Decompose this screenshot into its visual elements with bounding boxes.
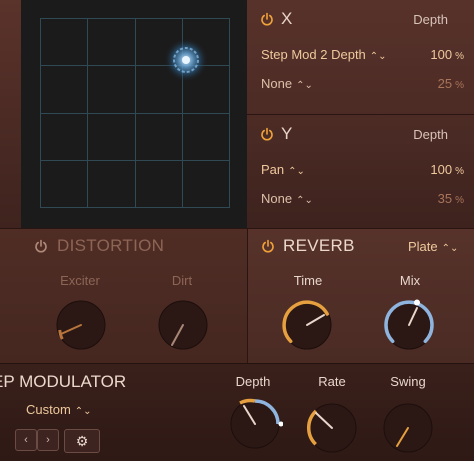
settings-button[interactable]: ⚙ <box>64 429 100 453</box>
x-source-1-label: Step Mod 2 Depth <box>261 47 366 62</box>
xy-position-puck[interactable] <box>162 36 210 84</box>
distortion-power-icon[interactable] <box>34 239 48 253</box>
y-depth-header: Depth <box>413 127 448 142</box>
rate-knob[interactable] <box>304 400 360 456</box>
rate-label: Rate <box>318 374 346 389</box>
left-panel-edge <box>0 0 22 228</box>
x-depth-2-unit: % <box>455 80 464 91</box>
preset-label: Custom <box>26 402 71 417</box>
reverb-type-select[interactable]: Plate ⌃⌄ <box>408 239 458 254</box>
x-depth-1-number: 100 <box>430 47 453 62</box>
exciter-knob[interactable] <box>53 297 109 353</box>
y-source-2-label: None <box>261 191 293 206</box>
reverb-power-icon[interactable] <box>261 239 275 253</box>
mix-label: Mix <box>399 273 421 288</box>
y-depth-1-value[interactable]: 100% <box>430 162 464 177</box>
swing-knob[interactable] <box>380 400 436 456</box>
x-depth-1-value[interactable]: 100% <box>430 47 464 62</box>
reverb-title: REVERB <box>283 236 355 255</box>
y-source-1-label: Pan <box>261 162 285 177</box>
updown-icon: ⌃⌄ <box>288 166 305 177</box>
y-depth-1-unit: % <box>455 166 464 177</box>
x-depth-1-unit: % <box>455 51 464 62</box>
y-source-2-select[interactable]: None ⌃⌄ <box>261 191 313 206</box>
y-depth-2-number: 35 <box>437 191 453 206</box>
x-depth-header: Depth <box>413 12 448 27</box>
y-depth-1-number: 100 <box>430 162 453 177</box>
x-source-2-select[interactable]: None ⌃⌄ <box>261 76 313 91</box>
updown-icon: ⌃⌄ <box>369 51 387 62</box>
exciter-label: Exciter <box>60 273 100 288</box>
time-knob[interactable] <box>279 297 335 353</box>
gear-icon: ⚙ <box>75 433 89 449</box>
distortion-section: DISTORTION Exciter Dirt <box>0 228 247 364</box>
preset-select[interactable]: Custom ⌃⌄ <box>26 402 92 417</box>
x-power-icon[interactable] <box>260 12 274 26</box>
reverb-section: REVERB Plate ⌃⌄ Time Mix <box>247 228 474 364</box>
reverb-type-label: Plate <box>408 239 438 254</box>
mix-knob[interactable] <box>381 297 437 353</box>
y-axis-label: Y <box>281 124 293 143</box>
depth-knob[interactable] <box>227 396 283 452</box>
y-depth-2-unit: % <box>455 195 464 206</box>
chevron-left-icon: ‹ <box>24 434 28 446</box>
updown-icon: ⌃⌄ <box>441 243 459 254</box>
updown-icon: ⌃⌄ <box>296 80 313 91</box>
next-button[interactable]: › <box>37 429 59 451</box>
x-source-2-label: None <box>261 76 293 91</box>
xy-divider <box>247 114 474 115</box>
prev-button[interactable]: ‹ <box>15 429 37 451</box>
x-source-1-select[interactable]: Step Mod 2 Depth ⌃⌄ <box>261 47 387 62</box>
updown-icon: ⌃⌄ <box>296 195 313 206</box>
x-depth-2-value[interactable]: 25% <box>438 76 464 91</box>
updown-icon: ⌃⌄ <box>74 406 92 417</box>
y-power-icon[interactable] <box>260 127 274 141</box>
chevron-right-icon: › <box>46 434 50 446</box>
step-modulator-title: EP MODULATOR <box>0 372 127 391</box>
depth-label: Depth <box>235 374 271 389</box>
distortion-title: DISTORTION <box>57 236 165 255</box>
x-depth-2-number: 25 <box>437 76 453 91</box>
time-label: Time <box>293 273 323 288</box>
y-depth-2-value[interactable]: 35% <box>438 191 464 206</box>
x-axis-label: X <box>281 9 293 28</box>
swing-label: Swing <box>390 374 426 389</box>
dirt-label: Dirt <box>171 273 193 288</box>
xy-pad[interactable] <box>21 0 247 228</box>
xy-modulation-panel: X Depth Step Mod 2 Depth ⌃⌄ 100% None ⌃⌄ 2… <box>247 0 474 228</box>
dirt-knob[interactable] <box>155 297 211 353</box>
y-source-1-select[interactable]: Pan ⌃⌄ <box>261 162 305 177</box>
